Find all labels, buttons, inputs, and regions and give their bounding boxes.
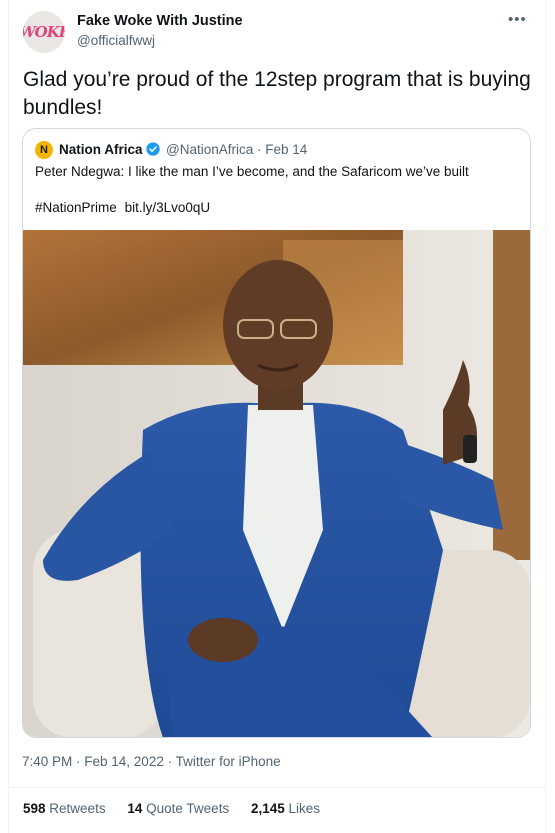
retweets-label: Retweets [49, 801, 106, 816]
quote-tweet-card[interactable]: N Nation Africa @NationAfrica · Feb 14 P… [22, 128, 531, 738]
likes-stat[interactable]: 2,145 Likes [251, 801, 320, 816]
tweet-stats: 598 Retweets 14 Quote Tweets 2,145 Likes [23, 801, 338, 816]
retweets-count: 598 [23, 801, 46, 816]
tweet-timestamp[interactable]: 7:40 PM · Feb 14, 2022 · Twitter for iPh… [22, 754, 281, 769]
verified-badge-icon [146, 142, 160, 156]
quote-tweets-label: Quote Tweets [146, 801, 230, 816]
quote-hashtag-line: #NationPrime bit.ly/3Lvo0qU [35, 200, 210, 215]
author-handle[interactable]: @officialfwwj [77, 33, 155, 48]
retweets-stat[interactable]: 598 Retweets [23, 801, 106, 816]
avatar-logo-text: WOKE [23, 23, 65, 41]
quote-text: Peter Ndegwa: I like the man I’ve become… [35, 164, 469, 179]
photo-illustration [23, 230, 530, 737]
more-horizontal-icon[interactable]: ••• [508, 11, 527, 28]
author-display-name[interactable]: Fake Woke With Justine [77, 13, 243, 29]
quote-author-name: Nation Africa [59, 142, 143, 157]
quote-hashtag[interactable]: #NationPrime [35, 200, 117, 215]
quote-tweets-stat[interactable]: 14 Quote Tweets [127, 801, 229, 816]
quote-link[interactable]: bit.ly/3Lvo0qU [125, 200, 211, 215]
tweet-text: Glad you’re proud of the 12step program … [23, 68, 531, 119]
quote-author-handle: @NationAfrica · Feb 14 [166, 142, 308, 157]
quote-photo[interactable] [23, 230, 530, 737]
quote-avatar: N [35, 141, 53, 159]
likes-label: Likes [288, 801, 321, 816]
avatar[interactable]: WOKE [23, 11, 65, 53]
quote-tweets-count: 14 [127, 801, 143, 816]
divider [8, 787, 546, 788]
likes-count: 2,145 [250, 801, 285, 816]
